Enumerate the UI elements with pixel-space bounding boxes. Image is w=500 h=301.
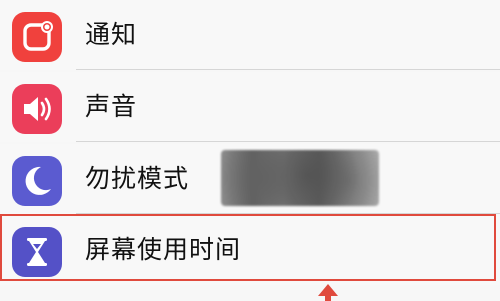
settings-item-notifications[interactable]: 通知 — [0, 0, 500, 70]
pixelated-redaction — [221, 150, 379, 206]
row-divider — [76, 69, 500, 70]
row-divider — [76, 213, 500, 214]
moon-icon — [12, 156, 62, 206]
settings-item-label: 勿扰模式 — [85, 164, 190, 193]
speaker-icon — [12, 84, 62, 134]
settings-item-screen-time[interactable]: 屏幕使用时间 — [0, 215, 500, 285]
settings-list: 通知 声音 勿扰模式 屏幕使用时间 — [0, 0, 500, 301]
settings-item-sounds[interactable]: 声音 — [0, 72, 500, 142]
settings-item-label: 通知 — [85, 20, 138, 49]
settings-item-label: 屏幕使用时间 — [85, 235, 242, 264]
settings-item-label: 声音 — [85, 92, 138, 121]
row-divider — [76, 141, 500, 142]
hourglass-icon — [12, 227, 62, 277]
pointer-arrow-icon — [318, 284, 338, 301]
notification-badge-icon — [12, 12, 62, 62]
